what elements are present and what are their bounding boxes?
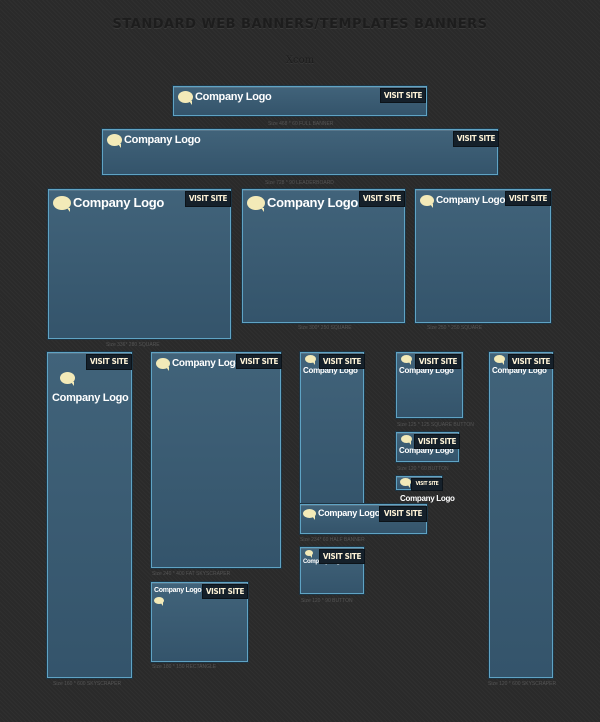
visit-site-button[interactable]: VISIT SITE	[86, 354, 132, 370]
banner-size-caption: Size 160 * 600 SKYSCRAPER	[53, 681, 122, 687]
speech-bubble-icon	[107, 134, 122, 148]
banner-rectangle: Company Logo VISIT SITE	[151, 582, 248, 662]
banner-square-336: Company Logo VISIT SITE	[48, 189, 231, 339]
page-subtitle: Xcom	[285, 55, 315, 66]
speech-bubble-icon	[154, 597, 164, 606]
company-logo-text: Company Logo	[172, 358, 242, 369]
company-logo-text: Company Logo	[52, 392, 129, 404]
banner-square-250: Company Logo VISIT SITE	[415, 189, 551, 323]
visit-site-button[interactable]: VISIT SITE	[202, 584, 248, 599]
banner-size-caption: Size 240 * 400 FAT SKYSCRAPER	[152, 571, 231, 577]
visit-site-button[interactable]: VISIT SITE	[319, 549, 365, 564]
company-logo-text: Company Logo	[267, 195, 359, 210]
banner-size-caption: Size 120 * 600 SKYSCRAPER	[488, 681, 557, 687]
banner-skyscraper-160: Company Logo VISIT SITE	[47, 352, 132, 678]
banner-size-caption: Size 234* 60 HALF BANNER	[300, 537, 365, 543]
banner-half-banner: Company Logo VISIT SITE	[300, 504, 427, 534]
visit-site-button[interactable]: VISIT SITE	[359, 191, 405, 207]
visit-site-button[interactable]: VISIT SITE	[411, 478, 443, 491]
speech-bubble-icon	[401, 355, 412, 365]
banner-size-caption: Size 250 * 250 SQUARE	[427, 325, 483, 331]
banner-button-120x60: Company Logo VISIT SITE	[396, 432, 460, 462]
company-logo-text: Company Logo	[318, 508, 380, 518]
speech-bubble-icon	[178, 91, 193, 105]
speech-bubble-icon	[420, 195, 434, 208]
banner-square-300: Company Logo VISIT SITE	[242, 189, 405, 323]
company-logo[interactable]: Company Logo	[154, 587, 202, 606]
company-logo[interactable]: Company Logo	[303, 508, 380, 520]
visit-site-button[interactable]: VISIT SITE	[453, 131, 499, 147]
speech-bubble-icon	[401, 435, 412, 445]
visit-site-button[interactable]: VISIT SITE	[185, 191, 231, 207]
company-logo[interactable]: Company Logo	[107, 134, 201, 148]
company-logo[interactable]: Company Logo	[420, 195, 506, 208]
company-logo-text: Company Logo	[195, 91, 272, 103]
company-logo-text: Company Logo	[400, 494, 455, 503]
company-logo-text: Company Logo	[154, 587, 202, 594]
banner-size-caption: Size 300* 250 SQUARE	[298, 325, 352, 331]
banner-button-120x90: Company LogoVISIT SITE	[300, 547, 365, 594]
banner-size-caption: Size 120 * 60 BUTTON	[397, 466, 449, 472]
visit-site-button[interactable]: VISIT SITE	[414, 434, 460, 449]
company-logo-text: Company Logo	[436, 195, 506, 206]
speech-bubble-icon	[494, 355, 505, 365]
banner-size-caption: Size 336* 280 SQUARE	[106, 342, 160, 348]
visit-site-button[interactable]: VISIT SITE	[505, 191, 551, 206]
banner-skyscraper-120: Company Logo VISIT SITE	[489, 352, 554, 678]
company-logo-text: Company Logo	[73, 195, 165, 210]
banner-square-button: Company Logo VISIT SITE	[396, 352, 463, 418]
visit-site-button[interactable]: VISIT SITE	[508, 354, 554, 369]
banner-small-skyscraper: Company Logo VISIT SITE	[300, 352, 365, 510]
banner-micro-button: Company Logo VISIT SITE	[396, 476, 455, 503]
visit-site-button[interactable]: VISIT SITE	[379, 506, 427, 522]
speech-bubble-icon	[60, 372, 75, 386]
banner-size-caption: Size 180 * 150 RECTANGLE	[152, 664, 217, 670]
speech-bubble-icon	[53, 195, 71, 212]
visit-site-button[interactable]: VISIT SITE	[236, 354, 282, 369]
banner-size-caption: Size 468 * 60 FULL BANNER	[268, 121, 334, 127]
company-logo[interactable]: Company Logo	[178, 91, 272, 105]
company-logo-text: Company Logo	[124, 134, 201, 146]
company-logo[interactable]: Company Logo	[53, 195, 165, 212]
visit-site-button[interactable]: VISIT SITE	[415, 354, 461, 369]
page-title: STANDARD WEB BANNERS/TEMPLATES BANNERS	[112, 17, 488, 32]
visit-site-button[interactable]: VISIT SITE	[380, 88, 426, 103]
company-logo[interactable]: Company Logo	[156, 358, 242, 371]
visit-site-button[interactable]: VISIT SITE	[319, 354, 365, 369]
speech-bubble-icon	[400, 478, 411, 488]
banner-size-caption: Size 728 * 90 LEADERBOARD	[265, 180, 334, 186]
banner-full-banner: Company Logo VISIT SITE	[173, 86, 427, 116]
banner-leaderboard: Company Logo VISIT SITE	[102, 129, 499, 175]
banner-size-caption: Size 120 * 90 BUTTON	[301, 598, 353, 604]
speech-bubble-icon	[303, 508, 316, 520]
speech-bubble-icon	[156, 358, 170, 371]
company-logo[interactable]: Company Logo	[52, 372, 129, 404]
speech-bubble-icon	[305, 355, 316, 365]
banner-fat-skyscraper: Company Logo VISIT SITE	[151, 352, 282, 568]
banner-size-caption: Size 125 * 125 SQUARE BUTTON	[397, 422, 474, 428]
company-logo[interactable]: Company Logo	[247, 195, 359, 212]
speech-bubble-icon	[305, 550, 313, 558]
speech-bubble-icon	[247, 195, 265, 212]
